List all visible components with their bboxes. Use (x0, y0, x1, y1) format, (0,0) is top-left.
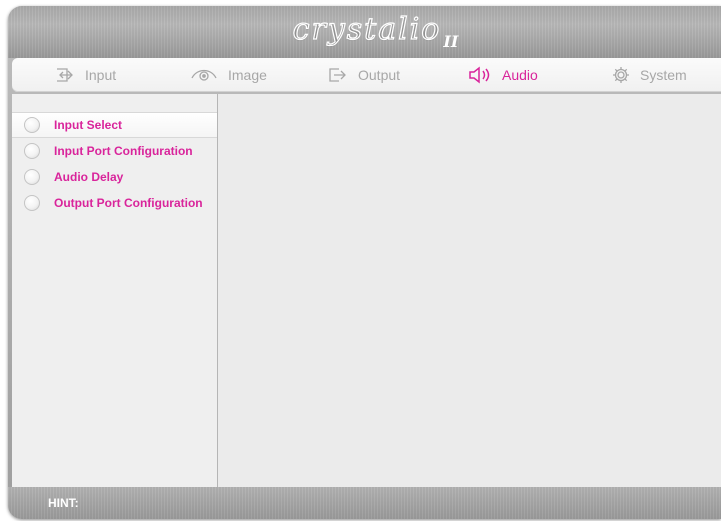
app-window: crystalio II Input Image Output Audio Sy… (8, 6, 721, 519)
sidebar-item-input-port-configuration[interactable]: Input Port Configuration (12, 138, 217, 164)
tab-audio[interactable]: Audio (468, 58, 538, 92)
radio-icon (24, 169, 40, 185)
tab-system[interactable]: System (612, 58, 687, 92)
sidebar-item-audio-delay[interactable]: Audio Delay (12, 164, 217, 190)
tab-input[interactable]: Input (55, 58, 116, 92)
radio-icon (24, 117, 40, 133)
radio-icon (24, 195, 40, 211)
sidebar-item-label: Input Select (54, 118, 123, 132)
tab-label: System (640, 67, 687, 83)
sidebar-item-output-port-configuration[interactable]: Output Port Configuration (12, 190, 217, 216)
sidebar-item-input-select[interactable]: Input Select (12, 112, 217, 138)
tab-output[interactable]: Output (328, 58, 400, 92)
output-arrow-icon (328, 66, 348, 84)
tab-label: Output (358, 67, 401, 83)
main-panel (218, 94, 721, 487)
crystalio-logo: crystalio II (8, 11, 721, 52)
hint-label: HINT: (48, 496, 79, 510)
gear-icon (612, 66, 630, 84)
content-area: Input Select Input Port Configuration Au… (12, 94, 721, 487)
sidebar-item-label: Audio Delay (54, 170, 124, 184)
tab-label: Image (228, 67, 267, 83)
tab-label: Audio (502, 67, 538, 83)
hint-bar: HINT: (8, 487, 721, 519)
sidebar-item-label: Output Port Configuration (54, 196, 203, 210)
sidebar-item-label: Input Port Configuration (54, 144, 193, 158)
tab-label: Input (85, 67, 117, 83)
eye-icon (190, 66, 218, 84)
header-bar: crystalio II (8, 6, 721, 58)
input-arrow-icon (55, 66, 75, 84)
logo-text: crystalio (292, 11, 442, 47)
sidebar-menu: Input Select Input Port Configuration Au… (12, 94, 218, 487)
tab-image[interactable]: Image (190, 58, 267, 92)
radio-icon (24, 143, 40, 159)
logo-suffix: II (443, 32, 459, 51)
speaker-icon (468, 66, 492, 84)
tab-bar: Input Image Output Audio System (12, 58, 721, 92)
